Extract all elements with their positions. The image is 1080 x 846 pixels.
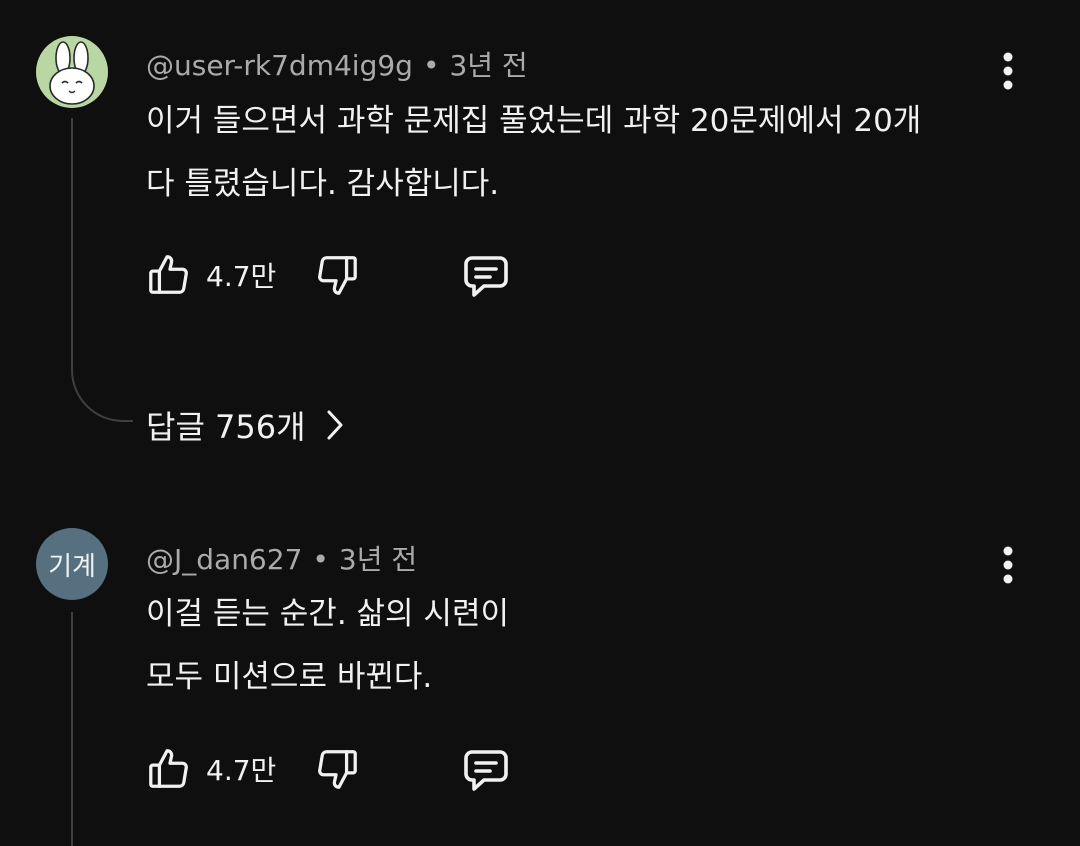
comment-line: 이걸 듣는 순간. 삶의 시련이	[146, 596, 509, 632]
comment-time: 3년 전	[449, 49, 528, 82]
comment-icon	[464, 750, 508, 791]
reply-button[interactable]	[460, 746, 512, 796]
comment-body: 이걸 듣는 순간. 삶의 시련이 모두 미션으로 바뀐다.	[146, 583, 509, 709]
comment-body: 이거 들으면서 과학 문제집 풀었는데 과학 20문제에서 20개 다 틀렸습니…	[146, 90, 921, 216]
thread-line	[71, 118, 73, 332]
like-count: 4.7만	[206, 260, 277, 293]
comment-actions: 4.7만	[146, 746, 526, 796]
comment-meta: @user-rk7dm4ig9g • 3년 전	[146, 44, 528, 84]
avatar[interactable]	[36, 36, 108, 108]
thumbs-up-icon	[149, 749, 188, 788]
replies-count-label: 답글 756개	[146, 408, 306, 446]
like-button[interactable]: 4.7만	[146, 746, 276, 792]
comment-line: 이거 들으면서 과학 문제집 풀었는데 과학 20문제에서 20개	[146, 103, 922, 139]
dislike-button[interactable]	[314, 252, 360, 298]
chevron-right-icon	[324, 408, 346, 442]
thumbs-down-icon	[318, 750, 357, 789]
comment-icon	[464, 256, 508, 297]
bunny-avatar-icon	[49, 41, 95, 105]
comment-meta: @J_dan627 • 3년 전	[146, 538, 417, 578]
thumbs-up-icon	[149, 255, 188, 294]
thread-line	[71, 612, 73, 846]
like-count: 4.7만	[206, 754, 277, 787]
comment-actions: 4.7만	[146, 252, 526, 302]
meta-separator: •	[312, 543, 329, 576]
reply-button[interactable]	[460, 252, 512, 302]
thumbs-down-icon	[318, 256, 357, 295]
more-vertical-icon	[1003, 52, 1013, 90]
view-replies-button[interactable]: 답글 756개	[146, 400, 346, 450]
dislike-button[interactable]	[314, 746, 360, 792]
author-handle[interactable]: @J_dan627	[146, 543, 302, 576]
more-options-button[interactable]	[990, 46, 1026, 96]
avatar[interactable]: 기계	[36, 528, 108, 600]
meta-separator: •	[422, 49, 440, 82]
more-options-button[interactable]	[990, 540, 1026, 590]
like-button[interactable]: 4.7만	[146, 252, 276, 298]
thread-curve	[71, 330, 133, 422]
comment-time: 3년 전	[338, 543, 418, 576]
avatar-initials: 기계	[48, 551, 96, 582]
comment-line: 다 틀렸습니다. 감사합니다.	[146, 166, 500, 202]
author-handle[interactable]: @user-rk7dm4ig9g	[146, 49, 413, 82]
more-vertical-icon	[1003, 546, 1013, 584]
comment-line: 모두 미션으로 바뀐다.	[146, 659, 433, 695]
